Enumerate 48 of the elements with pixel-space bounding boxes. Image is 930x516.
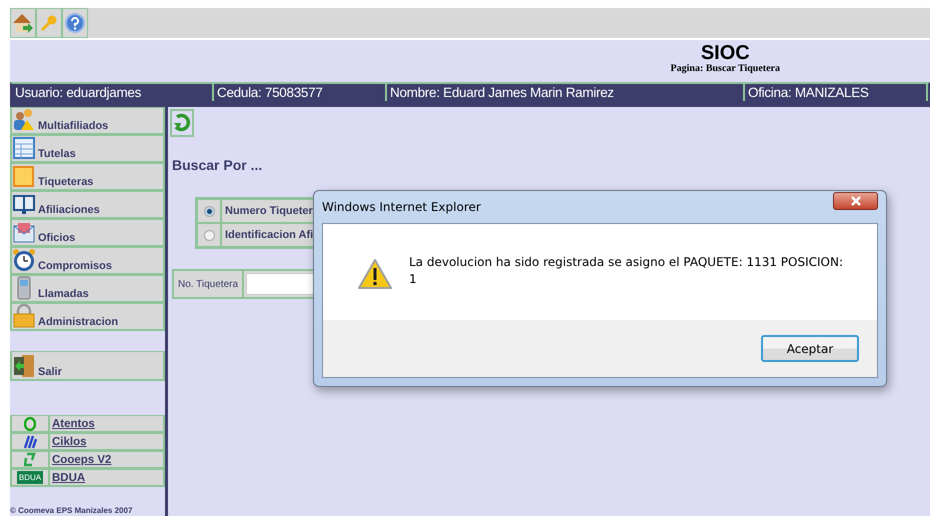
sidebar-item[interactable]: Oficios [10, 219, 165, 247]
home-button[interactable] [10, 8, 36, 38]
padlock-icon [12, 304, 36, 328]
note-icon [12, 164, 36, 188]
sidebar-item[interactable]: Tutelas [10, 135, 165, 163]
sidebar-item[interactable]: Llamadas [10, 275, 165, 303]
refresh-button[interactable] [170, 109, 194, 137]
external-link[interactable]: Cooeps V2 [52, 454, 112, 466]
people-icon [12, 108, 36, 132]
ring-icon [24, 416, 36, 430]
sidebar-item[interactable]: Administracion [10, 303, 165, 331]
sidebar-item[interactable]: Compromisos [10, 247, 165, 275]
app-title: SIOC [700, 43, 750, 63]
key-icon [40, 14, 58, 32]
dialog-message: La devolucion ha sido registrada se asigno el PAQUETE: 1131 POSICION: 1 [409, 254, 844, 288]
external-link[interactable]: Ciklos [52, 436, 87, 448]
close-icon [850, 196, 860, 206]
accept-button[interactable]: Aceptar [761, 335, 859, 362]
close-button[interactable] [833, 192, 878, 210]
stripes-icon [23, 434, 37, 448]
door-icon [12, 354, 36, 378]
page-subtitle: Pagina: Buscar Tiquetera [670, 63, 780, 74]
section-heading: Buscar Por ... [172, 157, 264, 173]
sidebar-item[interactable]: Tiqueteras [10, 163, 165, 191]
user-info-cell: Cedula: 75083577 [214, 84, 387, 101]
exit-item[interactable]: Salir [10, 351, 165, 381]
envelope-icon [12, 220, 36, 244]
table-icon [12, 136, 36, 160]
user-info-cell: Nombre: Eduard James Marin Ramirez [387, 84, 745, 101]
refresh-icon [173, 113, 191, 133]
sidebar-item[interactable]: Multiafiliados [10, 107, 165, 135]
help-icon [65, 13, 85, 33]
book-icon [12, 192, 36, 216]
radio-button[interactable] [204, 230, 214, 240]
warning-icon [357, 258, 393, 290]
alarm-clock-icon [12, 248, 36, 272]
external-link[interactable]: Atentos [52, 418, 95, 430]
field-label: No. Tiquetera [174, 271, 244, 297]
sidebar-item[interactable]: Afiliaciones [10, 191, 165, 219]
help-button[interactable] [62, 8, 88, 38]
user-info-cell: Usuario: eduardjames [12, 84, 214, 101]
logo-badge: BDUA [16, 471, 44, 484]
home-icon [12, 12, 34, 34]
radio-button[interactable] [204, 206, 214, 216]
copyright-text: © Coomeva EPS Manizales 2007 [10, 506, 134, 516]
dialog-title: Windows Internet Explorer [322, 200, 481, 214]
external-link[interactable]: BDUA [52, 472, 86, 484]
user-info-cell: Oficina: MANIZALES [745, 84, 928, 101]
